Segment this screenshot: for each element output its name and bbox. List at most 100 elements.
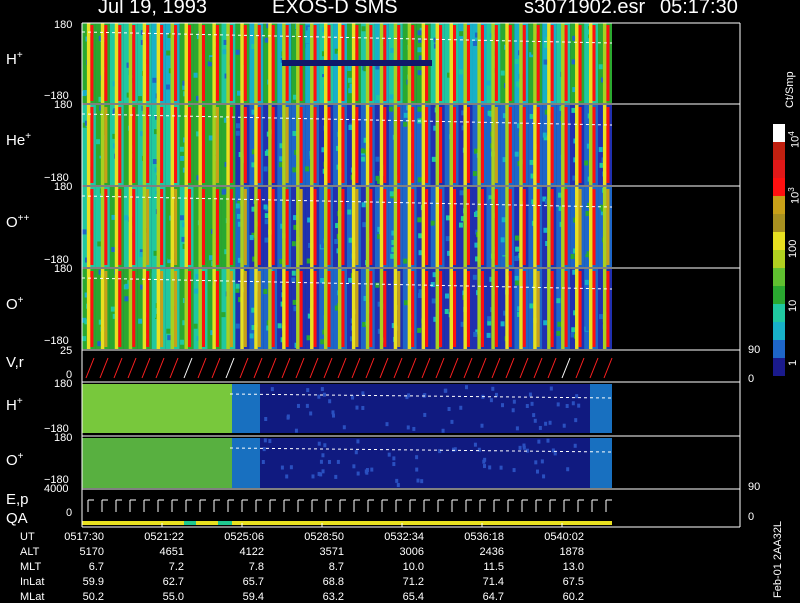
spectrogram-panel-3 (81, 269, 613, 349)
lower1-top-tick: 180 (54, 432, 73, 444)
vr-panel-traces (85, 357, 613, 379)
vr-trace-2 (113, 357, 123, 379)
ephemeris-value: 7.8 (248, 561, 264, 573)
ephemeris-value: 0528:50 (304, 531, 344, 543)
colorbar-unit: Ct/Smp (784, 71, 796, 108)
vr-trace-14 (281, 357, 291, 379)
lower-panel-1 (82, 438, 613, 488)
ephemeris-value: 1878 (559, 546, 584, 558)
h-plus-dark-track (282, 60, 432, 66)
panel-label-o-plus-lower: O+ (6, 451, 24, 469)
panel-label-o-plus: O+ (6, 295, 24, 313)
ephemeris-label-ut: UT (20, 531, 35, 543)
vr-trace-19 (351, 357, 361, 379)
colorbar-tick-100: 100 (787, 239, 799, 258)
panel-label-vr: V,r (6, 354, 24, 371)
vr-trace-23 (407, 357, 417, 379)
ephemeris-value: 0517:30 (64, 531, 104, 543)
spectrogram-panel-1 (81, 105, 613, 185)
colorbar-segment-6 (773, 232, 785, 251)
panel-label-h-plus: H+ (6, 50, 23, 68)
vr-trace-5 (155, 357, 165, 379)
ephemeris-value: 65.4 (402, 591, 424, 603)
vr-trace-29 (491, 357, 501, 379)
vr-trace-10 (225, 357, 235, 379)
vr-trace-1 (99, 357, 109, 379)
ephemeris-value: 3571 (319, 546, 344, 558)
vr-trace-18 (337, 357, 347, 379)
vr-trace-37 (603, 357, 613, 379)
vr-trace-26 (449, 357, 459, 379)
colorbar-segment-2 (773, 160, 785, 179)
vr-trace-20 (365, 357, 375, 379)
ephemeris-value: 68.8 (322, 576, 344, 588)
ephemeris-value: 8.7 (328, 561, 344, 573)
ephemeris-value: 62.7 (162, 576, 184, 588)
ephemeris-value: 64.7 (482, 591, 504, 603)
colorbar-segment-7 (773, 250, 785, 269)
panel-label-h-plus-lower: H+ (6, 396, 23, 414)
colorbar (773, 124, 785, 376)
panel3-top-tick: 180 (54, 263, 73, 275)
sms-plot-page: Jul 19, 1993 EXOS-D SMS s3071902.esr 05:… (0, 0, 800, 603)
vr-trace-22 (393, 357, 403, 379)
colorbar-segment-13 (773, 358, 785, 376)
spectrogram-panel-2 (81, 187, 613, 267)
vr-trace-6 (169, 357, 179, 379)
ep-right-top-tick: 90 (748, 481, 761, 493)
colorbar-segment-3 (773, 178, 785, 197)
panel-label-o-plusplus: O++ (6, 213, 30, 231)
ephemeris-value: 0540:02 (544, 531, 584, 543)
vr-trace-34 (561, 357, 571, 379)
ephemeris-value: 63.2 (322, 591, 344, 603)
footer-code: Feb-01 2AA32L (772, 520, 784, 598)
vr-trace-7 (183, 357, 193, 379)
ephemeris-value: 0525:06 (224, 531, 264, 543)
vr-trace-4 (141, 357, 151, 379)
vr-trace-13 (267, 357, 277, 379)
lower-panel-0 (82, 384, 613, 433)
colorbar-segment-4 (773, 196, 785, 215)
ephemeris-value: 67.5 (562, 576, 584, 588)
ephemeris-value: 59.9 (82, 576, 104, 588)
ephemeris-value: 4651 (159, 546, 184, 558)
vr-trace-30 (505, 357, 515, 379)
panel1-top-tick: 180 (54, 99, 73, 111)
colorbar-segment-8 (773, 268, 785, 287)
ephemeris-value: 71.2 (402, 576, 424, 588)
panel2-top-tick: 180 (54, 181, 73, 193)
ephemeris-value: 0536:18 (464, 531, 504, 543)
ephemeris-value: 11.5 (483, 561, 504, 573)
vr-right-bottom-tick: 0 (748, 373, 755, 385)
ephemeris-value: 13.0 (562, 561, 584, 573)
panel-label-ep: E,p (6, 491, 29, 508)
vr-right-top-tick: 90 (748, 344, 761, 356)
vr-trace-11 (239, 357, 249, 379)
ep-panel (82, 499, 612, 525)
colorbar-tick-10: 10 (787, 299, 799, 312)
ephemeris-label-alt: ALT (20, 546, 40, 558)
colorbar-tick-1: 1 (787, 359, 799, 366)
ephemeris-value: 50.2 (82, 591, 104, 603)
colorbar-segment-10 (773, 304, 785, 323)
ephemeris-label-mlat: MLat (20, 591, 45, 603)
ephemeris-value: 3006 (399, 546, 424, 558)
vr-trace-36 (589, 357, 599, 379)
vr-trace-24 (421, 357, 431, 379)
panel-label-he-plus: He+ (6, 131, 32, 149)
ephemeris-value: 4122 (239, 546, 264, 558)
ep-top-tick: 4000 (44, 483, 69, 495)
ep-zero-tick: 0 (66, 507, 73, 519)
ephemeris-label-mlt: MLT (20, 561, 42, 573)
vr-trace-31 (519, 357, 529, 379)
ephemeris-value: 2436 (479, 546, 504, 558)
ephemeris-value: 6.7 (88, 561, 104, 573)
panel-label-qa: QA (6, 510, 28, 527)
spectrogram-stack (81, 22, 741, 528)
colorbar-segment-1 (773, 142, 785, 161)
ephemeris-value: 71.4 (482, 576, 504, 588)
ephemeris-value: 55.0 (162, 591, 184, 603)
vr-trace-25 (435, 357, 445, 379)
ephemeris-value: 0532:34 (384, 531, 424, 543)
colorbar-tick-1e4: 104 (787, 131, 800, 148)
